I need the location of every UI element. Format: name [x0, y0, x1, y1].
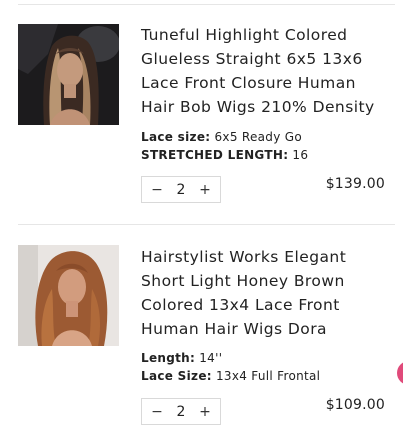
increase-quantity-button[interactable]: + [198, 405, 212, 419]
decrease-quantity-button[interactable]: − [150, 405, 164, 419]
option-key: Length: [141, 351, 196, 365]
product-title[interactable]: Hairstylist Works Elegant Short Light Ho… [141, 245, 391, 341]
option-row: Length: 14'' [141, 349, 391, 367]
product-image-graphic [18, 245, 119, 346]
item-price: $109.00 [325, 397, 385, 413]
option-key: Lace Size: [141, 369, 212, 383]
option-value: 13x4 Full Frontal [215, 369, 321, 383]
quantity-stepper: − 2 + [141, 398, 221, 425]
product-image[interactable] [18, 245, 119, 346]
option-row: Lace Size: 13x4 Full Frontal [141, 367, 391, 385]
cart-item: Hairstylist Works Elegant Short Light Ho… [18, 0, 403, 430]
quantity-value[interactable]: 2 [177, 404, 186, 420]
option-value: 14'' [199, 351, 223, 365]
product-options: Length: 14'' Lace Size: 13x4 Full Fronta… [141, 349, 391, 385]
